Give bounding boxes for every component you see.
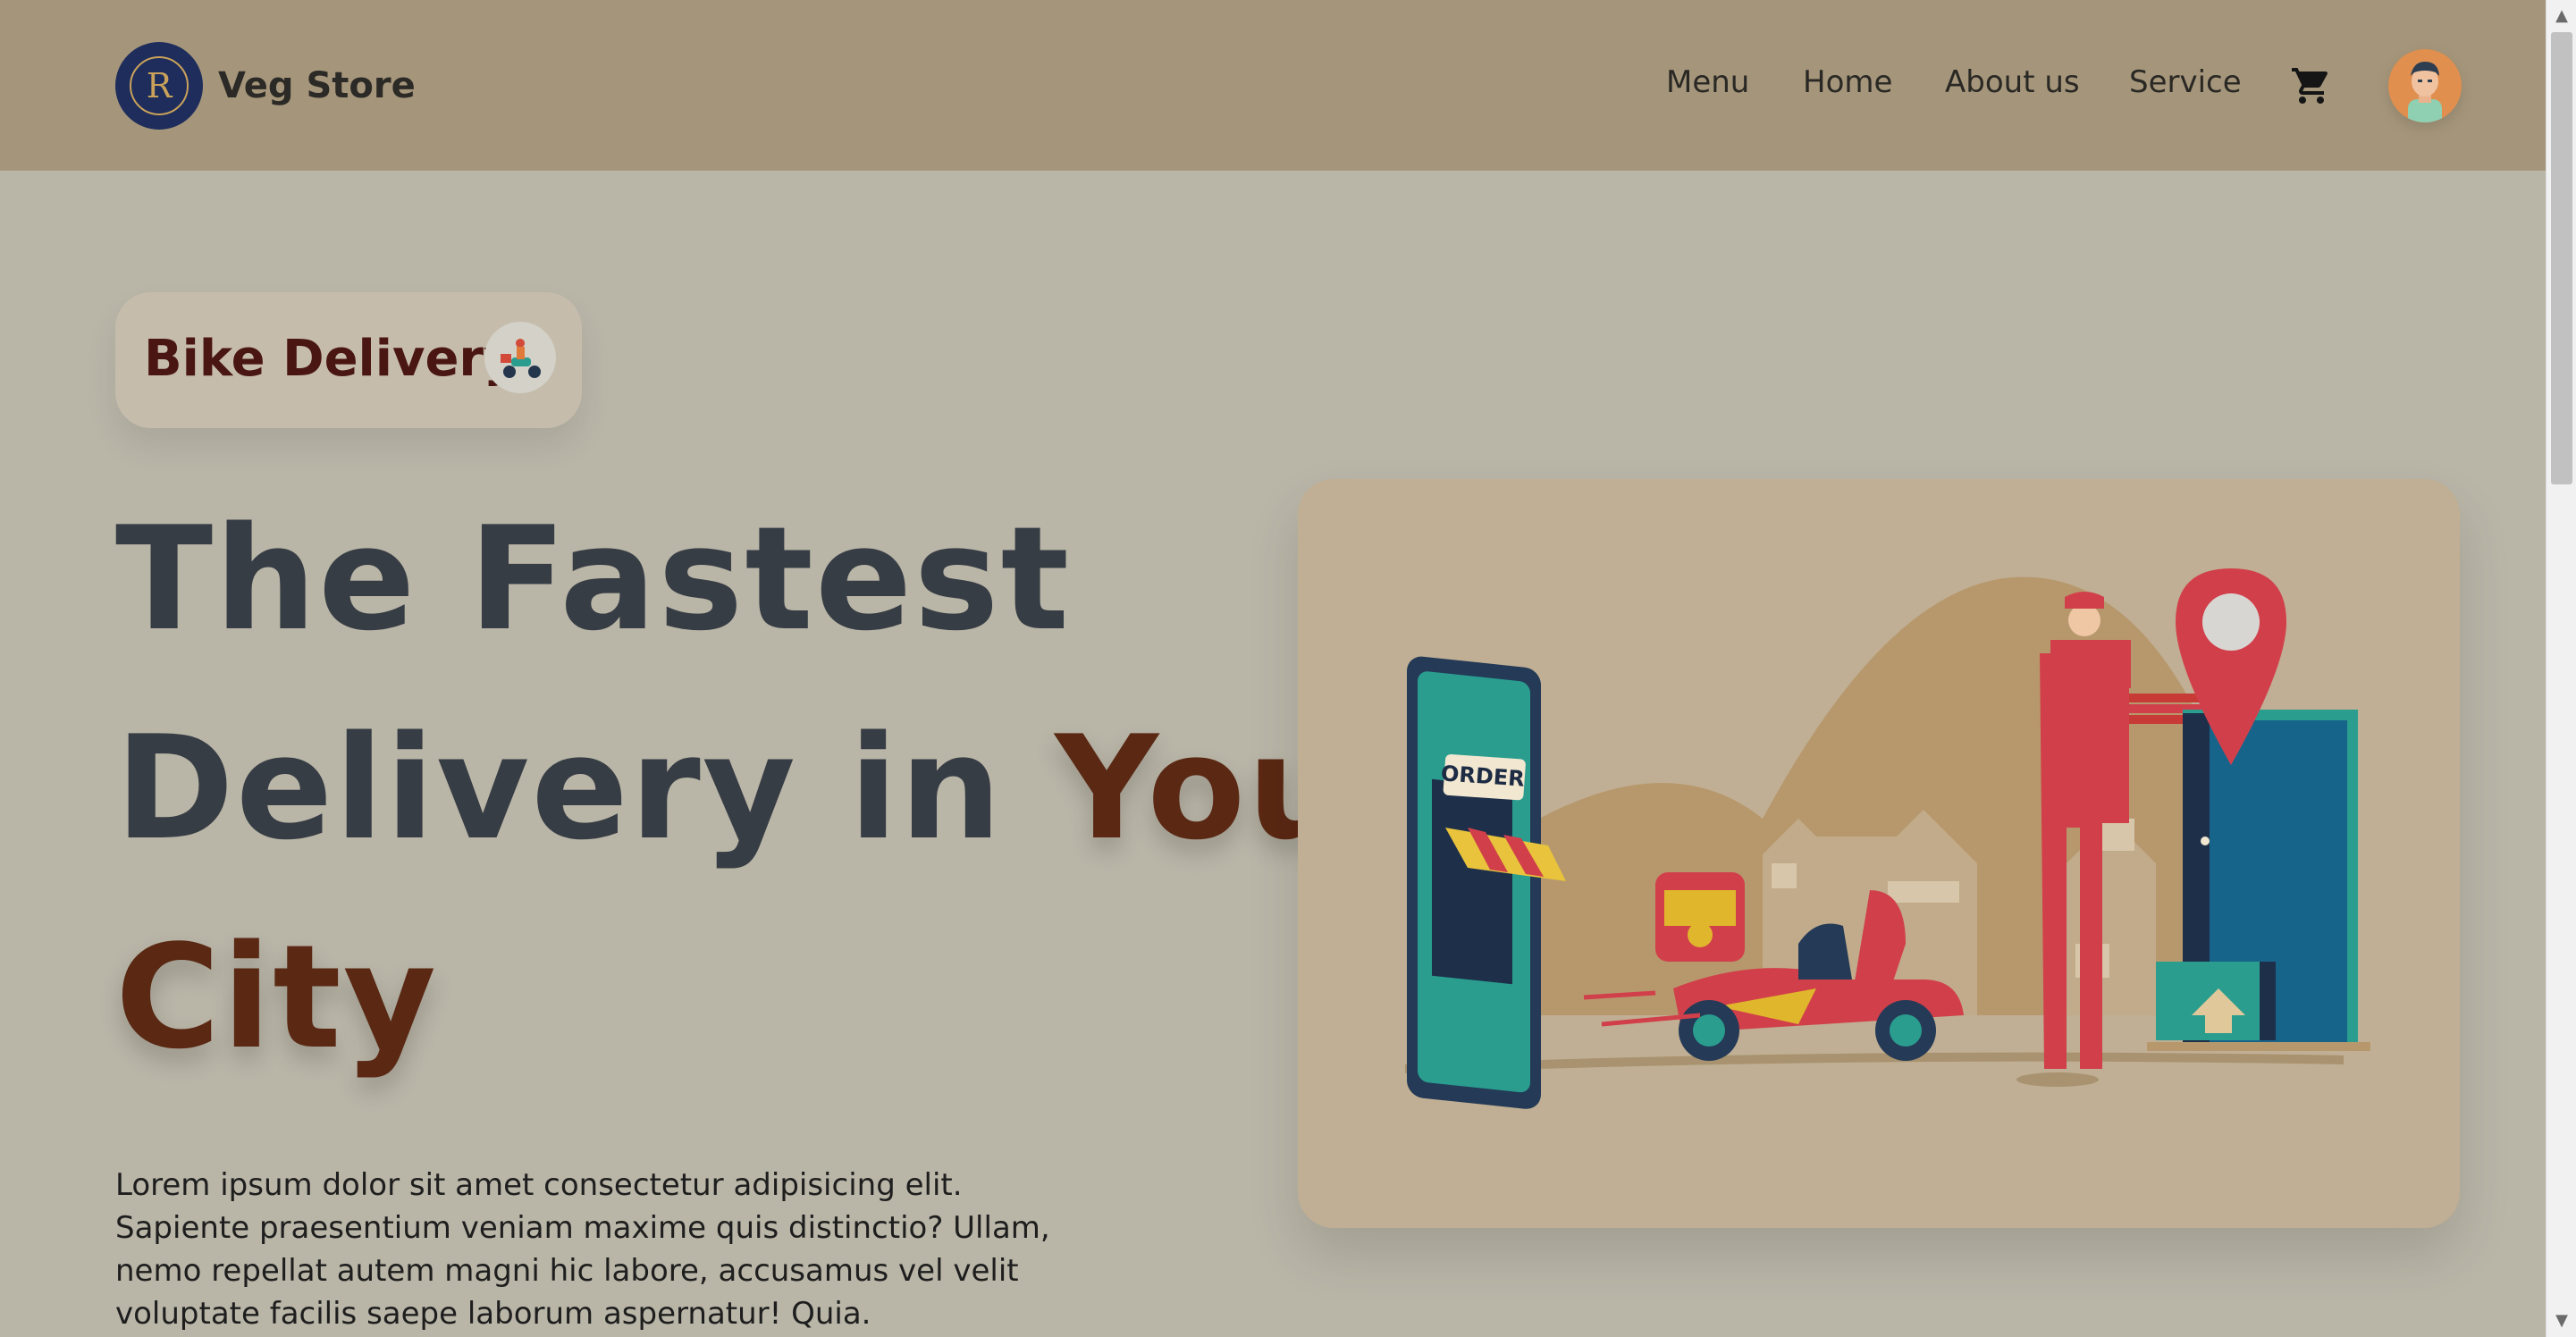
user-avatar[interactable]: [2388, 49, 2462, 122]
scroll-up-arrow-icon[interactable]: ▲: [2547, 7, 2576, 25]
delivery-illustration: ORDER: [1298, 479, 2460, 1228]
brand-name: Veg Store: [218, 65, 416, 106]
headline-line-1: The Fastest: [115, 508, 1071, 651]
nav-home[interactable]: Home: [1803, 64, 1892, 100]
brand[interactable]: R Veg Store: [115, 42, 416, 130]
hero-paragraph: Lorem ipsum dolor sit amet consectetur a…: [115, 1167, 1050, 1332]
nav-about-us[interactable]: About us: [1945, 64, 2080, 100]
headline-text: Delivery in: [115, 704, 1004, 871]
bike-delivery-badge: Bike Delivery: [115, 292, 582, 428]
nav-service[interactable]: Service: [2129, 64, 2242, 100]
brand-logo-icon: R: [115, 42, 203, 130]
headline-line-3: City: [115, 926, 438, 1069]
vertical-scrollbar[interactable]: ▲ ▼: [2546, 0, 2576, 1337]
headline-text: The Fastest: [115, 495, 1072, 662]
scroll-thumb[interactable]: [2551, 32, 2572, 484]
top-navbar: R Veg Store Menu Home About us Service: [0, 0, 2546, 171]
cart-icon[interactable]: [2290, 64, 2333, 111]
headline-accent: City: [115, 913, 439, 1081]
badge-label: Bike Delivery: [144, 330, 517, 388]
headline-line-2: Delivery in Your: [115, 717, 1423, 860]
logo-letter: R: [147, 66, 173, 105]
nav-menu[interactable]: Menu: [1666, 64, 1749, 100]
scooter-icon: [484, 322, 556, 393]
scroll-down-arrow-icon[interactable]: ▼: [2547, 1312, 2576, 1330]
